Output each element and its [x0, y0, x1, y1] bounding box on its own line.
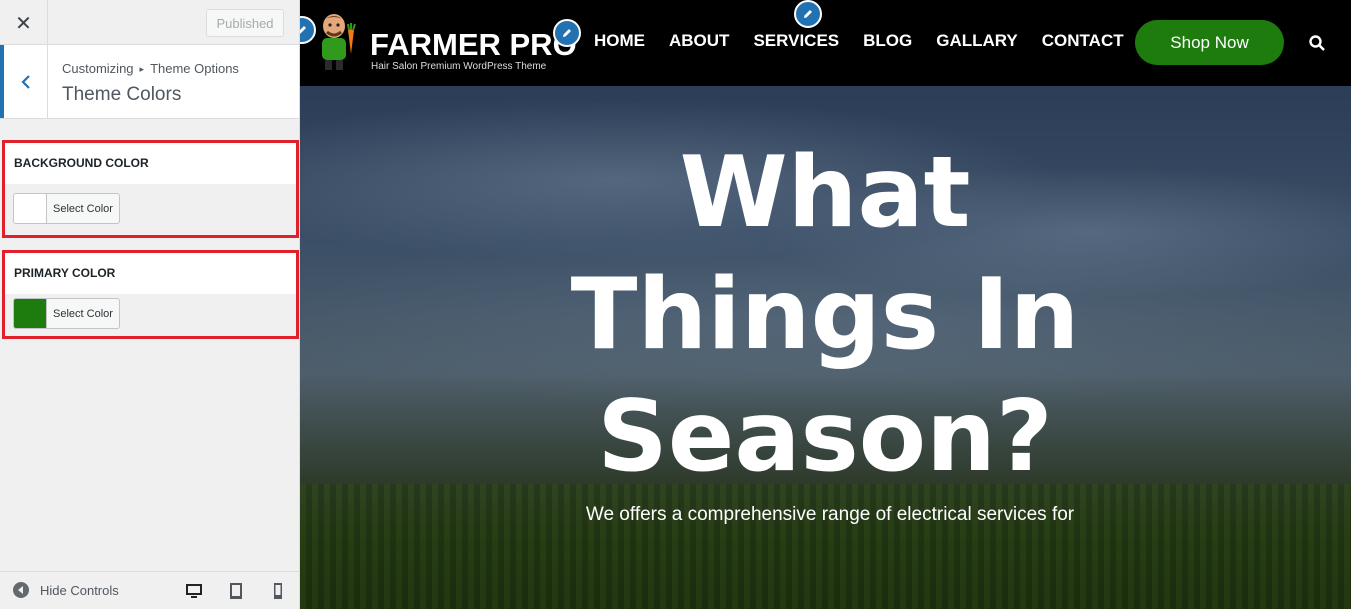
tablet-preview-button[interactable] — [227, 582, 245, 600]
hero-title-line: What — [679, 136, 971, 250]
breadcrumb: Customizing ▸ Theme Options — [62, 61, 239, 76]
hero-subtitle: We offers a comprehensive range of elect… — [585, 504, 1075, 525]
farmer-mascot-icon — [322, 14, 356, 70]
background-select-color-button[interactable]: Select Color — [47, 194, 119, 223]
logo-tagline: Hair Salon Premium WordPress Theme — [371, 61, 547, 72]
nav-item-contact[interactable]: CONTACT — [1042, 31, 1124, 51]
nav-item-services[interactable]: SERVICES — [753, 31, 839, 51]
hero-title: What Things In Season? — [525, 132, 1125, 498]
published-button[interactable]: Published — [206, 9, 284, 37]
hero-title-line: Season? — [597, 380, 1053, 494]
site-header: FARMER PRO Hair Salon Premium WordPress … — [300, 0, 1351, 86]
hero-title-line: Things In — [570, 258, 1080, 372]
desktop-preview-button[interactable] — [185, 582, 203, 600]
desktop-icon — [186, 584, 202, 598]
logo-text: FARMER PRO — [370, 27, 577, 62]
breadcrumb-current: Theme Options — [150, 61, 239, 76]
breadcrumb-separator: ▸ — [139, 64, 145, 74]
background-color-control: BACKGROUND COLOR Select Color — [2, 140, 299, 238]
close-customizer-button[interactable]: ✕ — [0, 0, 48, 45]
search-icon — [1309, 35, 1325, 51]
primary-color-control: PRIMARY COLOR Select Color — [2, 250, 299, 339]
pencil-icon — [300, 26, 306, 34]
hero-field-texture — [300, 484, 1351, 609]
site-logo[interactable]: FARMER PRO Hair Salon Premium WordPress … — [312, 10, 577, 72]
primary-color-swatch[interactable] — [14, 299, 47, 328]
edit-menu-shortcut[interactable] — [794, 0, 822, 28]
nav-item-about[interactable]: ABOUT — [669, 31, 729, 51]
sidebar-header: ✕ Published — [0, 0, 299, 45]
breadcrumb-parent: Customizing — [62, 61, 134, 76]
mobile-preview-button[interactable] — [269, 582, 287, 600]
nav-item-home[interactable]: HOME — [594, 31, 645, 51]
pencil-icon — [804, 10, 812, 18]
primary-color-label: PRIMARY COLOR — [5, 253, 296, 294]
search-button[interactable] — [1308, 34, 1326, 52]
nav-item-gallary[interactable]: GALLARY — [936, 31, 1018, 51]
main-navigation: HOME ABOUT SERVICES BLOG GALLARY CONTACT — [594, 31, 1148, 51]
close-icon: ✕ — [15, 10, 32, 35]
background-color-label: BACKGROUND COLOR — [5, 143, 296, 184]
edit-header-shortcut[interactable] — [553, 19, 581, 47]
hide-controls-icon — [13, 582, 29, 598]
background-color-picker[interactable]: Select Color — [13, 193, 120, 224]
mobile-icon — [274, 583, 282, 599]
chevron-left-icon — [20, 74, 30, 89]
sidebar-footer: Hide Controls — [0, 571, 299, 609]
section-header: Customizing ▸ Theme Options Theme Colors — [0, 45, 299, 119]
shop-now-button[interactable]: Shop Now — [1135, 20, 1284, 65]
tablet-icon — [230, 583, 242, 599]
hide-controls-button[interactable]: Hide Controls — [12, 581, 119, 599]
back-button[interactable] — [0, 45, 48, 118]
primary-color-picker[interactable]: Select Color — [13, 298, 120, 329]
pencil-icon — [563, 29, 571, 37]
hide-controls-label: Hide Controls — [40, 582, 119, 598]
nav-item-blog[interactable]: BLOG — [863, 31, 912, 51]
customizer-sidebar: ✕ Published Customizing ▸ Theme Options Th… — [0, 0, 300, 609]
background-color-swatch[interactable] — [14, 194, 47, 223]
site-preview: FARMER PRO Hair Salon Premium WordPress … — [300, 0, 1351, 609]
primary-select-color-button[interactable]: Select Color — [47, 299, 119, 328]
section-title: Theme Colors — [62, 84, 182, 105]
